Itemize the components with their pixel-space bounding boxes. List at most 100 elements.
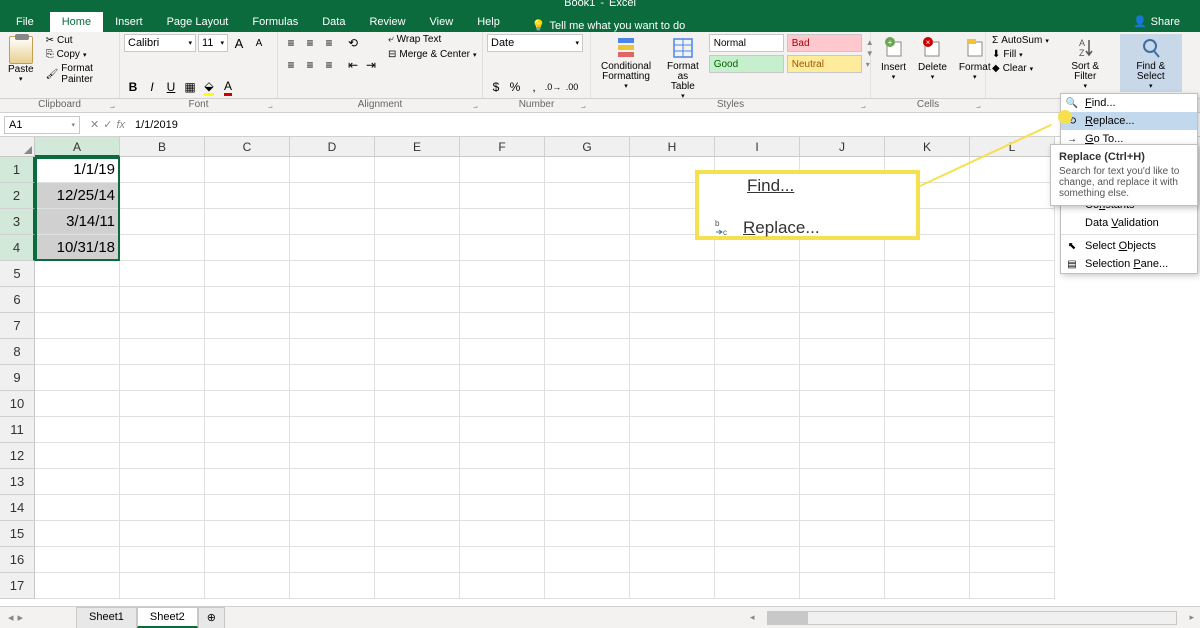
cell-K14[interactable] [885,495,970,521]
cell-K15[interactable] [885,521,970,547]
cell-A4[interactable]: 10/31/18 [35,235,120,261]
spreadsheet-grid[interactable]: ABCDEFGHIJKL 11/1/19212/25/1433/14/11410… [0,137,1200,606]
align-right-button[interactable]: ≡ [320,56,338,74]
cell-F3[interactable] [460,209,545,235]
cell-G17[interactable] [545,573,630,599]
cell-K16[interactable] [885,547,970,573]
cell-C2[interactable] [205,183,290,209]
row-header-3[interactable]: 3 [0,209,35,235]
select-all-corner[interactable] [0,137,35,157]
cell-G2[interactable] [545,183,630,209]
cell-D1[interactable] [290,157,375,183]
font-color-button[interactable]: A [219,78,237,96]
cell-L9[interactable] [970,365,1055,391]
cell-I5[interactable] [715,261,800,287]
cell-L3[interactable] [970,209,1055,235]
cell-G8[interactable] [545,339,630,365]
row-header-6[interactable]: 6 [0,287,35,313]
cell-F1[interactable] [460,157,545,183]
cell-E15[interactable] [375,521,460,547]
sheet-nav-prev[interactable]: ◂ [8,611,14,624]
row-header-15[interactable]: 15 [0,521,35,547]
cell-I12[interactable] [715,443,800,469]
clear-button[interactable]: ◆Clear ▾ [990,62,1051,75]
cut-button[interactable]: ✂Cut [44,34,115,47]
decrease-font-button[interactable]: A [250,34,268,52]
dd-replace[interactable]: ⟲Replace... [1061,112,1197,130]
cell-J7[interactable] [800,313,885,339]
col-header-H[interactable]: H [630,137,715,157]
cell-A11[interactable] [35,417,120,443]
cell-G12[interactable] [545,443,630,469]
dd-select-objects[interactable]: ⬉Select Objects [1061,237,1197,255]
cell-A2[interactable]: 12/25/14 [35,183,120,209]
number-format-select[interactable]: Date▾ [487,34,583,52]
cell-D7[interactable] [290,313,375,339]
cell-J15[interactable] [800,521,885,547]
increase-decimal-button[interactable]: .0→ [544,78,562,96]
cell-K5[interactable] [885,261,970,287]
cell-L1[interactable] [970,157,1055,183]
cell-D12[interactable] [290,443,375,469]
cell-D15[interactable] [290,521,375,547]
autosum-button[interactable]: ΣAutoSum ▾ [990,34,1051,47]
cell-D17[interactable] [290,573,375,599]
format-painter-button[interactable]: 🖌Format Painter [44,62,115,86]
row-header-7[interactable]: 7 [0,313,35,339]
cell-B2[interactable] [120,183,205,209]
cell-J16[interactable] [800,547,885,573]
enter-formula-icon[interactable]: ✓ [103,118,112,131]
cell-B16[interactable] [120,547,205,573]
cell-H10[interactable] [630,391,715,417]
dd-selection-pane[interactable]: ▤Selection Pane... [1061,255,1197,273]
cell-F13[interactable] [460,469,545,495]
cell-H13[interactable] [630,469,715,495]
col-header-A[interactable]: A [35,137,120,157]
add-sheet-button[interactable]: ⊕ [198,607,225,628]
cell-G14[interactable] [545,495,630,521]
cell-C14[interactable] [205,495,290,521]
cell-J9[interactable] [800,365,885,391]
cell-G7[interactable] [545,313,630,339]
cell-F7[interactable] [460,313,545,339]
cell-K10[interactable] [885,391,970,417]
cell-J14[interactable] [800,495,885,521]
cell-C4[interactable] [205,235,290,261]
tab-data[interactable]: Data [310,12,357,32]
cell-B11[interactable] [120,417,205,443]
col-header-K[interactable]: K [885,137,970,157]
col-header-L[interactable]: L [970,137,1055,157]
cell-K8[interactable] [885,339,970,365]
format-as-table-button[interactable]: Format as Table▾ [661,34,705,102]
cell-I6[interactable] [715,287,800,313]
cell-D11[interactable] [290,417,375,443]
row-header-4[interactable]: 4 [0,235,35,261]
cell-E14[interactable] [375,495,460,521]
cell-B9[interactable] [120,365,205,391]
cell-A13[interactable] [35,469,120,495]
cell-L10[interactable] [970,391,1055,417]
cell-C17[interactable] [205,573,290,599]
cell-E6[interactable] [375,287,460,313]
border-button[interactable]: ▦ [181,78,199,96]
cell-G9[interactable] [545,365,630,391]
cell-F14[interactable] [460,495,545,521]
cell-G3[interactable] [545,209,630,235]
cell-B13[interactable] [120,469,205,495]
tab-insert[interactable]: Insert [103,12,155,32]
cell-L15[interactable] [970,521,1055,547]
cell-L13[interactable] [970,469,1055,495]
cell-A12[interactable] [35,443,120,469]
decrease-indent-button[interactable]: ⇤ [344,56,362,74]
cell-G16[interactable] [545,547,630,573]
cell-A14[interactable] [35,495,120,521]
cell-D6[interactable] [290,287,375,313]
align-top-button[interactable]: ≡ [282,34,300,52]
row-header-16[interactable]: 16 [0,547,35,573]
increase-indent-button[interactable]: ⇥ [362,56,380,74]
cell-L17[interactable] [970,573,1055,599]
cell-C10[interactable] [205,391,290,417]
style-good[interactable]: Good [709,55,784,73]
cell-D2[interactable] [290,183,375,209]
cell-H16[interactable] [630,547,715,573]
